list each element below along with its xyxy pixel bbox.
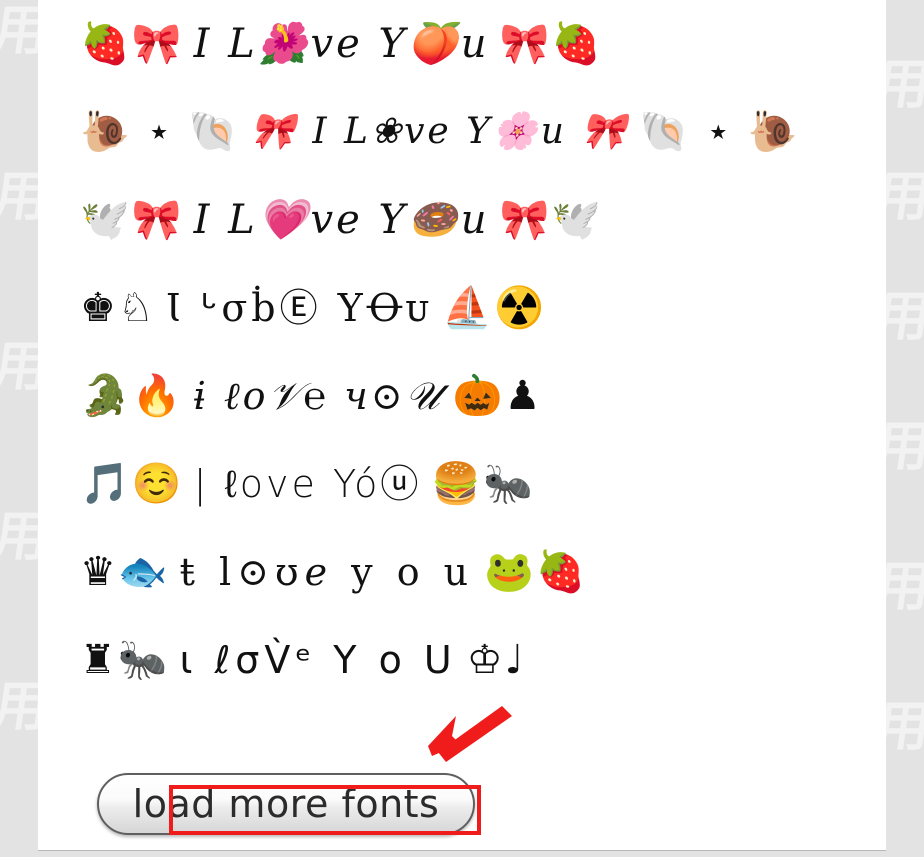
row-phrase: ŧ l⊙ʊℯ y o u [179,550,475,594]
watermark-glyph: 用 [886,53,924,116]
row-right-emoji: 🐸🍓 [484,549,588,595]
row-left-emoji: ♚♘ [80,285,156,331]
load-more-fonts-container: load more fonts [97,773,481,835]
row-phrase: I L🌺ve Y🍑u [193,21,490,67]
row-phrase: Ɩ ᒡσḃⒺ ΥꝊᴜ [165,286,433,330]
row-right-emoji: ⛵☢️ [442,285,546,331]
row-left-emoji: 🎵☺️ [80,461,184,507]
watermark-glyph: 用 [886,285,924,348]
font-preview-list: 🍓🎀 I L🌺ve Y🍑u 🎀🍓 🐌 ⋆ 🐚 🎀 I L❀ve Y🌸u 🎀 🐚 … [38,0,886,704]
row-phrase: ɩ ℓσV̀ᵉ Y o U [179,638,457,682]
row-right-emoji: 🐚 ⋆ 🐌 [639,109,800,155]
row-phrase: 🎀 I L❀ve Y🌸u 🎀 [250,111,630,152]
font-preview-row[interactable]: 🎵☺️ | ℓove Yóⓤ 🍔🐜 [38,440,886,528]
row-right-emoji: 🎀🕊️ [499,197,604,243]
font-preview-row[interactable]: 🐊🔥 ɨ ℓo𝒱℮ ч⊙𝒰 🎃♟ [38,352,886,440]
row-left-emoji: 🕊️🎀 [80,197,184,243]
watermark-glyph: 用 [0,0,38,62]
watermark-glyph: 用 [886,555,924,618]
watermark-glyph: 用 [0,335,38,398]
font-preview-row[interactable]: 🐌 ⋆ 🐚 🎀 I L❀ve Y🌸u 🎀 🐚 ⋆ 🐌 [38,88,886,176]
row-left-emoji: 🐊🔥 [80,373,184,419]
font-preview-row[interactable]: ♛🐟 ŧ l⊙ʊℯ y o u 🐸🍓 [38,528,886,616]
watermark-glyph: 用 [886,695,924,758]
font-preview-row[interactable]: 🕊️🎀 I L💗ve Y🍩u 🎀🕊️ [38,176,886,264]
row-right-emoji: ♔♩ [466,637,526,683]
row-left-emoji: 🍓🎀 [80,21,184,67]
watermark-glyph: 用 [0,505,38,568]
row-right-emoji: 🍔🐜 [431,461,535,507]
font-preview-row[interactable]: 🍓🎀 I L🌺ve Y🍑u 🎀🍓 [38,0,886,88]
red-arrow-icon [428,706,512,762]
row-left-emoji: ♜🐜 [80,637,170,683]
row-left-emoji: ♛🐟 [80,549,170,595]
font-preview-row[interactable]: ♚♘ Ɩ ᒡσḃⒺ ΥꝊᴜ ⛵☢️ [38,264,886,352]
row-left-emoji: 🐌 ⋆ 🐚 [80,109,241,155]
right-gutter: 用 用 用 用 用 用 [886,0,924,857]
row-right-emoji: 🎀🍓 [499,21,604,67]
watermark-glyph: 用 [886,165,924,228]
load-more-fonts-button[interactable]: load more fonts [97,773,475,835]
sheet-bottom-divider [38,850,886,851]
row-phrase: ɨ ℓo𝒱℮ ч⊙𝒰 [193,374,443,418]
watermark-glyph: 用 [0,675,38,738]
row-phrase: I L💗ve Y🍩u [193,197,490,243]
row-phrase: | ℓove Yóⓤ [193,462,422,506]
row-right-emoji: 🎃♟ [452,373,543,419]
watermark-glyph: 用 [0,165,38,228]
left-gutter: 用 用 用 用 用 [0,0,38,857]
font-preview-sheet: 🍓🎀 I L🌺ve Y🍑u 🎀🍓 🐌 ⋆ 🐚 🎀 I L❀ve Y🌸u 🎀 🐚 … [38,0,886,851]
font-preview-row[interactable]: ♜🐜 ɩ ℓσV̀ᵉ Y o U ♔♩ [38,616,886,704]
watermark-glyph: 用 [886,415,924,478]
